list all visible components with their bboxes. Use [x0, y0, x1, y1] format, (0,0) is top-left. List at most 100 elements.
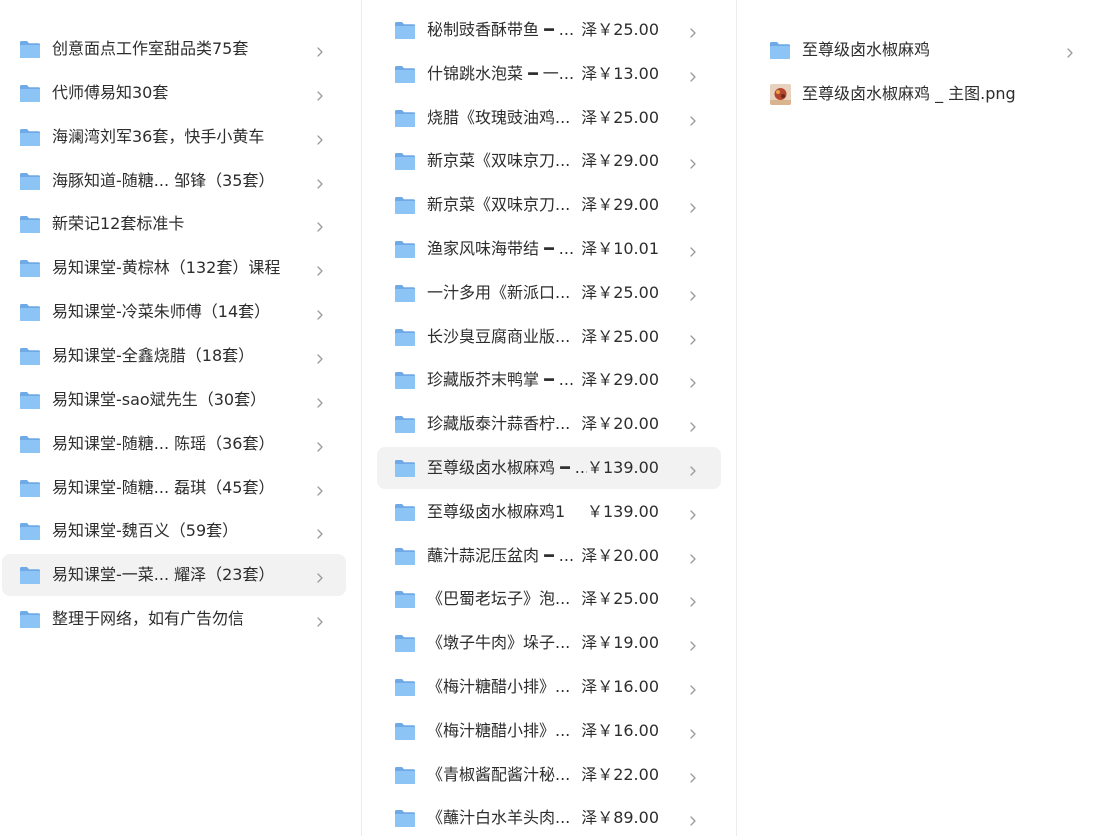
folder-row[interactable]: 易知课堂-黄棕林（132套）课程: [2, 247, 346, 289]
chevron-right-icon[interactable]: [687, 550, 699, 564]
file-row[interactable]: 至尊级卤水椒麻鸡 ━ ... ￥139.00: [377, 447, 721, 489]
folder-icon: [394, 766, 416, 785]
chevron-right-icon[interactable]: [687, 287, 699, 301]
folder-icon: [394, 678, 416, 697]
item-name: 《梅汁糖醋小排》...: [427, 721, 571, 740]
item-name: 至尊级卤水椒麻鸡: [802, 40, 931, 59]
folder-row[interactable]: 海豚知道-随糖... 邹锋（35套）: [2, 160, 346, 202]
file-row[interactable]: 新京菜《双味京刀... 泽￥29.00: [377, 184, 721, 226]
chevron-right-icon[interactable]: [687, 769, 699, 783]
folder-icon: [19, 566, 41, 585]
chevron-right-icon[interactable]: [687, 462, 699, 476]
chevron-right-icon[interactable]: [314, 87, 326, 101]
chevron-right-icon[interactable]: [314, 131, 326, 145]
file-row[interactable]: 新京菜《双味京刀... 泽￥29.00: [377, 140, 721, 182]
chevron-right-icon[interactable]: [314, 394, 326, 408]
file-row[interactable]: 什锦跳水泡菜 ━ 一... 泽￥13.00: [377, 53, 721, 95]
folder-row[interactable]: 易知课堂-一菜... 耀泽（23套）: [2, 554, 346, 596]
file-row[interactable]: 至尊级卤水椒麻鸡 _ 主图.png: [752, 73, 1096, 115]
folder-row[interactable]: 易知课堂-冷菜朱师傅（14套）: [2, 291, 346, 333]
chevron-right-icon[interactable]: [687, 637, 699, 651]
item-price: ￥139.00: [587, 458, 659, 477]
chevron-right-icon[interactable]: [314, 482, 326, 496]
item-price: 泽￥25.00: [581, 283, 659, 302]
folder-icon: [394, 415, 416, 434]
chevron-right-icon[interactable]: [314, 218, 326, 232]
chevron-right-icon[interactable]: [314, 306, 326, 320]
folder-icon: [19, 128, 41, 147]
chevron-right-icon[interactable]: [1064, 44, 1076, 58]
item-name: 《巴蜀老坛子》泡...: [427, 589, 571, 608]
chevron-right-icon[interactable]: [687, 68, 699, 82]
chevron-right-icon[interactable]: [314, 262, 326, 276]
file-row[interactable]: 一汁多用《新派口... 泽￥25.00: [377, 272, 721, 314]
folder-row[interactable]: 易知课堂-随糖... 磊琪（45套）: [2, 467, 346, 509]
folder-icon: [19, 479, 41, 498]
item-price: 泽￥22.00: [581, 765, 659, 784]
folder-row[interactable]: 整理于网络，如有广告勿信: [2, 598, 346, 640]
file-row[interactable]: 《梅汁糖醋小排》... 泽￥16.00: [377, 666, 721, 708]
chevron-right-icon[interactable]: [314, 175, 326, 189]
file-row[interactable]: 至尊级卤水椒麻鸡1 ￥139.00: [377, 491, 721, 533]
folder-icon: [394, 152, 416, 171]
chevron-right-icon[interactable]: [687, 112, 699, 126]
chevron-right-icon[interactable]: [687, 331, 699, 345]
folder-name: 创意面点工作室甜品类75套: [52, 39, 249, 58]
chevron-right-icon[interactable]: [314, 350, 326, 364]
folder-row[interactable]: 创意面点工作室甜品类75套: [2, 28, 346, 70]
folder-icon: [394, 196, 416, 215]
folder-row[interactable]: 易知课堂-魏百义（59套）: [2, 510, 346, 552]
folder-icon: [394, 371, 416, 390]
item-name: 《蘸汁白水羊头肉...: [427, 808, 571, 827]
item-name: 至尊级卤水椒麻鸡1: [427, 502, 566, 521]
folder-icon: [19, 172, 41, 191]
chevron-right-icon[interactable]: [687, 199, 699, 213]
folder-icon: [394, 459, 416, 478]
folder-row[interactable]: 易知课堂-sao斌先生（30套）: [2, 379, 346, 421]
folder-icon: [394, 547, 416, 566]
file-row[interactable]: 珍藏版泰汁蒜香柠... 泽￥20.00: [377, 403, 721, 445]
chevron-right-icon[interactable]: [687, 593, 699, 607]
folder-column-1: 创意面点工作室甜品类75套代师傅易知30套 海澜湾刘军36套，快手小黄车 海豚知道-…: [0, 0, 361, 836]
folder-name: 易知课堂-随糖... 陈瑶（36套）: [52, 434, 275, 453]
file-row[interactable]: 《巴蜀老坛子》泡... 泽￥25.00: [377, 578, 721, 620]
folder-icon: [394, 503, 416, 522]
chevron-right-icon[interactable]: [687, 681, 699, 695]
file-row[interactable]: 烧腊《玫瑰豉油鸡... 泽￥25.00: [377, 97, 721, 139]
item-price: 泽￥25.00: [581, 20, 659, 39]
chevron-right-icon[interactable]: [687, 725, 699, 739]
chevron-right-icon[interactable]: [314, 438, 326, 452]
chevron-right-icon[interactable]: [314, 43, 326, 57]
file-row[interactable]: 《墩子牛肉》垛子... 泽￥19.00: [377, 622, 721, 664]
chevron-right-icon[interactable]: [314, 613, 326, 627]
file-row[interactable]: 渔家风味海带结 ━ ... 泽￥10.01: [377, 228, 721, 270]
folder-name: 整理于网络，如有广告勿信: [52, 609, 245, 628]
file-row[interactable]: 蘸汁蒜泥压盆肉 ━ ... 泽￥20.00: [377, 535, 721, 577]
file-row[interactable]: 秘制豉香酥带鱼 ━ ... 泽￥25.00: [377, 9, 721, 51]
folder-row[interactable]: 海澜湾刘军36套，快手小黄车: [2, 116, 346, 158]
chevron-right-icon[interactable]: [687, 812, 699, 826]
chevron-right-icon[interactable]: [687, 155, 699, 169]
file-row[interactable]: 《梅汁糖醋小排》... 泽￥16.00: [377, 710, 721, 752]
chevron-right-icon[interactable]: [687, 24, 699, 38]
folder-row[interactable]: 易知课堂-全鑫烧腊（18套）: [2, 335, 346, 377]
file-row[interactable]: 《青椒酱配酱汁秘... 泽￥22.00: [377, 754, 721, 796]
chevron-right-icon[interactable]: [314, 569, 326, 583]
folder-row[interactable]: 易知课堂-随糖... 陈瑶（36套）: [2, 423, 346, 465]
item-price: 泽￥16.00: [581, 721, 659, 740]
folder-row[interactable]: 新荣记12套标准卡: [2, 203, 346, 245]
chevron-right-icon[interactable]: [314, 525, 326, 539]
item-price: 泽￥13.00: [581, 64, 659, 83]
chevron-right-icon[interactable]: [687, 418, 699, 432]
folder-row[interactable]: 至尊级卤水椒麻鸡: [752, 29, 1096, 71]
file-row[interactable]: 长沙臭豆腐商业版... 泽￥25.00: [377, 316, 721, 358]
folder-icon: [19, 215, 41, 234]
file-row[interactable]: 珍藏版芥末鸭掌 ━ ... 泽￥29.00: [377, 359, 721, 401]
chevron-right-icon[interactable]: [687, 506, 699, 520]
folder-icon: [19, 391, 41, 410]
file-row[interactable]: 《蘸汁白水羊头肉... 泽￥89.00: [377, 797, 721, 836]
folder-icon: [394, 240, 416, 259]
folder-row[interactable]: 代师傅易知30套: [2, 72, 346, 114]
chevron-right-icon[interactable]: [687, 243, 699, 257]
chevron-right-icon[interactable]: [687, 374, 699, 388]
